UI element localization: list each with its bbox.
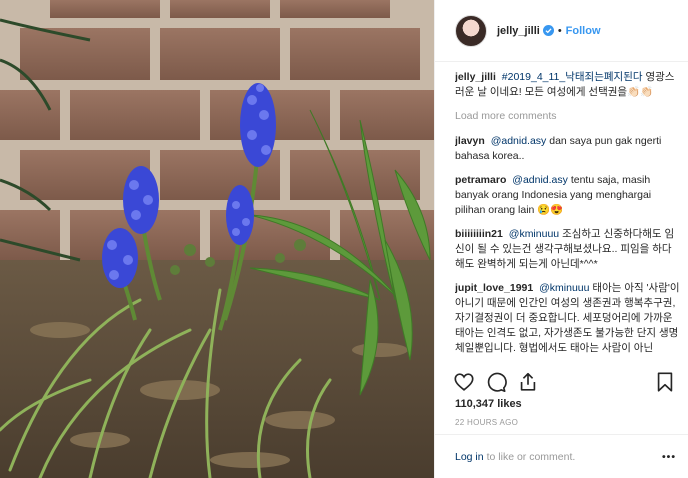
comment-username[interactable]: jlavyn [455,135,485,147]
comment-item: petramaro @adnid.asy tentu saja, masih b… [455,173,680,218]
likes-count[interactable]: 110,347 likes [455,398,522,410]
separator-dot: • [557,24,562,37]
comment-username[interactable]: petramaro [455,174,506,186]
comment-item: jupit_love_1991 @kminuuu 태아는 아직 '사람'이 아니… [455,281,680,356]
login-footer: Log in to like or comment. ••• [435,434,688,478]
post-timestamp[interactable]: 22 HOURS AGO [455,418,518,427]
action-bar [453,370,676,394]
post-side-panel: jelly_jilli • Follow jelly_jilli #2019_4… [434,0,688,478]
post-photo[interactable] [0,0,434,478]
caption-hashtag[interactable]: #2019_4_11_낙태죄는폐지된다 [502,71,643,83]
follow-button[interactable]: Follow [566,25,601,37]
login-suffix: to like or comment. [486,450,576,463]
caption: jelly_jilli #2019_4_11_낙태죄는폐지된다 영광스러운 날 … [455,70,680,100]
username-link[interactable]: jelly_jilli [497,25,540,37]
comment-mention[interactable]: @adnid.asy [512,174,568,186]
caption-username[interactable]: jelly_jilli [455,71,496,83]
comment-mention[interactable]: @adnid.asy [491,135,547,147]
comment-username[interactable]: jupit_love_1991 [455,282,533,294]
post-header: jelly_jilli • Follow [435,0,688,62]
comment-mention[interactable]: @kminuuu [539,282,589,294]
comment-username[interactable]: biiiiiiiin21 [455,228,503,240]
more-options-button[interactable]: ••• [662,451,676,463]
grape-hyacinth-photo [0,0,434,478]
instagram-post: jelly_jilli • Follow jelly_jilli #2019_4… [0,0,688,478]
avatar[interactable] [455,14,487,47]
comment-icon[interactable] [485,371,507,393]
verified-icon [542,25,554,36]
comments-list[interactable]: jelly_jilli #2019_4_11_낙태죄는폐지된다 영광스러운 날 … [455,70,680,360]
share-icon[interactable] [517,371,539,393]
bookmark-icon[interactable] [654,371,676,393]
load-more-comments-button[interactable]: Load more comments [455,109,680,124]
heart-icon[interactable] [453,371,475,393]
comment-item: biiiiiiiin21 @kminuuu 조심하고 신중하다해도 임신이 될 … [455,227,680,272]
login-link[interactable]: Log in [455,451,484,463]
comment-item: jlavyn @adnid.asy dan saya pun gak ngert… [455,134,680,164]
comment-text: dan saya pun gak ngerti bahasa korea.. [455,135,662,162]
comment-mention[interactable]: @kminuuu [509,228,559,240]
